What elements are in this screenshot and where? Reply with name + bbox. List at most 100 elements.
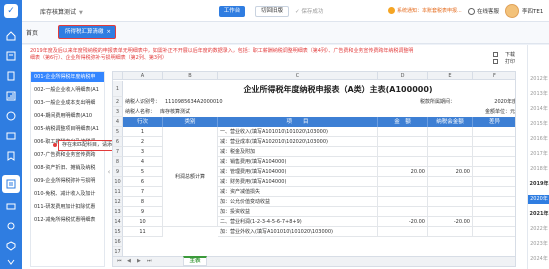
year-item[interactable]: 2016年 (528, 135, 549, 142)
amount-cell[interactable] (378, 177, 428, 187)
first-sheet-icon[interactable]: ⏮ (117, 258, 122, 264)
more-icon[interactable] (5, 256, 17, 268)
row-header[interactable]: 5 (113, 127, 123, 137)
column-header[interactable]: C (218, 72, 378, 80)
difference-cell[interactable] (473, 217, 515, 227)
row-header[interactable]: 12 (113, 197, 123, 207)
download-button[interactable]: 下载 (493, 52, 515, 58)
old-version-button[interactable]: 切回旧版 (255, 6, 289, 17)
report-list-item[interactable]: 005-纳税调整项目明细表(A1 (31, 124, 104, 134)
item-cell[interactable]: 加：公允价值变动收益 (218, 197, 378, 207)
company-selector[interactable]: 库存核算测试 ▼ (40, 7, 83, 16)
column-header[interactable]: F (473, 72, 515, 80)
year-item[interactable]: 2023年 (528, 240, 549, 247)
item-cell[interactable]: 加：营业外收入(填写A101010\101020\103000) (218, 227, 378, 237)
amount-cell[interactable] (378, 147, 428, 157)
tax-amount-cell[interactable] (428, 207, 473, 217)
item-cell[interactable]: 减：税金及附加 (218, 147, 378, 157)
column-header[interactable]: B (163, 72, 218, 80)
item-cell[interactable]: 加：投资收益 (218, 207, 378, 217)
tax-amount-cell[interactable] (428, 187, 473, 197)
row-header[interactable]: 11 (113, 187, 123, 197)
amount-cell[interactable] (378, 227, 428, 237)
tax-amount-cell[interactable] (428, 227, 473, 237)
next-sheet-icon[interactable]: ▶ (137, 258, 141, 264)
asset-icon[interactable] (5, 110, 17, 122)
item-cell[interactable]: 减：营业成本(填写A102010\102020\103000) (218, 137, 378, 147)
difference-cell[interactable] (473, 157, 515, 167)
amount-cell[interactable] (378, 137, 428, 147)
row-header[interactable]: 13 (113, 207, 123, 217)
row-number-cell[interactable]: 9 (123, 207, 163, 217)
shield-icon[interactable] (5, 240, 17, 252)
tax-amount-cell[interactable]: -20.00 (428, 217, 473, 227)
year-item[interactable]: 2019年 (528, 180, 549, 187)
amount-cell[interactable]: -20.00 (378, 217, 428, 227)
tax-amount-cell[interactable] (428, 127, 473, 137)
year-item[interactable]: 2012年 (528, 75, 549, 82)
difference-cell[interactable] (473, 227, 515, 237)
report-list-item[interactable]: 011-研发费用加计扣除优惠 (31, 202, 104, 212)
row-header[interactable]: 4 (113, 117, 123, 127)
invoice-icon[interactable] (5, 150, 17, 162)
difference-cell[interactable] (473, 177, 515, 187)
amount-cell[interactable] (378, 187, 428, 197)
year-item[interactable]: 2017年 (528, 150, 549, 157)
column-header[interactable]: A (123, 72, 163, 80)
row-number-cell[interactable]: 6 (123, 177, 163, 187)
year-item[interactable]: 2015年 (528, 120, 549, 127)
row-header[interactable]: 8 (113, 157, 123, 167)
report-list-item[interactable]: 012-减免所得税优惠明细表 (31, 215, 104, 225)
settings-icon[interactable] (5, 220, 17, 232)
row-number-cell[interactable]: 8 (123, 197, 163, 207)
sheet-tab-main[interactable]: 主表 (183, 256, 207, 266)
amount-cell[interactable] (378, 127, 428, 137)
difference-cell[interactable] (473, 197, 515, 207)
ledger-icon[interactable] (5, 70, 17, 82)
avatar[interactable] (505, 4, 519, 18)
row-header[interactable]: 15 (113, 227, 123, 237)
row-header[interactable]: 1 (113, 81, 123, 97)
difference-cell[interactable] (473, 147, 515, 157)
column-header[interactable]: D (378, 72, 428, 80)
tax-amount-cell[interactable] (428, 147, 473, 157)
report-list-item[interactable]: 008-资产折旧、摊销及纳税 (31, 163, 104, 173)
item-cell[interactable]: 二、营业利润(1-2-3-4-5-6-7+8+9) (218, 217, 378, 227)
year-item[interactable]: 2020年 (528, 195, 549, 204)
row-header[interactable]: 2 (113, 97, 123, 107)
last-sheet-icon[interactable]: ⏭ (147, 258, 152, 264)
report-list-item[interactable]: 001-企业所得税年度纳税申 (31, 72, 104, 82)
report-list-item[interactable]: 002-一般企业收入明细表(A1 (31, 85, 104, 95)
item-cell[interactable]: 减：销售费用(填写A104000) (218, 157, 378, 167)
salary-icon[interactable] (5, 130, 17, 142)
year-item[interactable]: 2013年 (528, 90, 549, 97)
tax-amount-cell[interactable] (428, 157, 473, 167)
report-list-item[interactable]: 009-企业所得税弥补亏损明 (31, 176, 104, 186)
cash-icon[interactable] (5, 200, 17, 212)
voucher-icon[interactable] (5, 50, 17, 62)
row-number-cell[interactable]: 4 (123, 157, 163, 167)
amount-cell[interactable] (378, 157, 428, 167)
print-button[interactable]: 打印 (493, 59, 515, 65)
report-list-item[interactable]: 004-期间费用明细表(A10 (31, 111, 104, 121)
row-header[interactable]: 6 (113, 137, 123, 147)
column-header[interactable]: E (428, 72, 473, 80)
report-icon[interactable] (5, 90, 17, 102)
year-item[interactable]: 2021年 (528, 210, 549, 217)
tax-amount-cell[interactable] (428, 137, 473, 147)
tab-income-tax[interactable]: 所得税汇算清缴 × (58, 25, 116, 39)
row-number-cell[interactable]: 2 (123, 137, 163, 147)
user-name[interactable]: 李四TE1 (522, 7, 543, 15)
category-cell[interactable]: 利润总额计算 (163, 127, 218, 227)
difference-cell[interactable] (473, 167, 515, 177)
year-item[interactable]: 2014年 (528, 105, 549, 112)
difference-cell[interactable] (473, 187, 515, 197)
tax-amount-cell[interactable]: 20.00 (428, 167, 473, 177)
year-item[interactable]: 2022年 (528, 225, 549, 232)
tab-home[interactable]: 首页 (26, 28, 38, 37)
workbench-button[interactable]: 工作台 (219, 6, 245, 17)
system-notice[interactable]: 系统通知：本账套税表申报... (388, 7, 462, 14)
spreadsheet[interactable]: ABCDEF123456789101112131415161718企业所得税年度… (112, 71, 516, 267)
row-number-cell[interactable]: 7 (123, 187, 163, 197)
tax-icon[interactable] (2, 175, 20, 193)
